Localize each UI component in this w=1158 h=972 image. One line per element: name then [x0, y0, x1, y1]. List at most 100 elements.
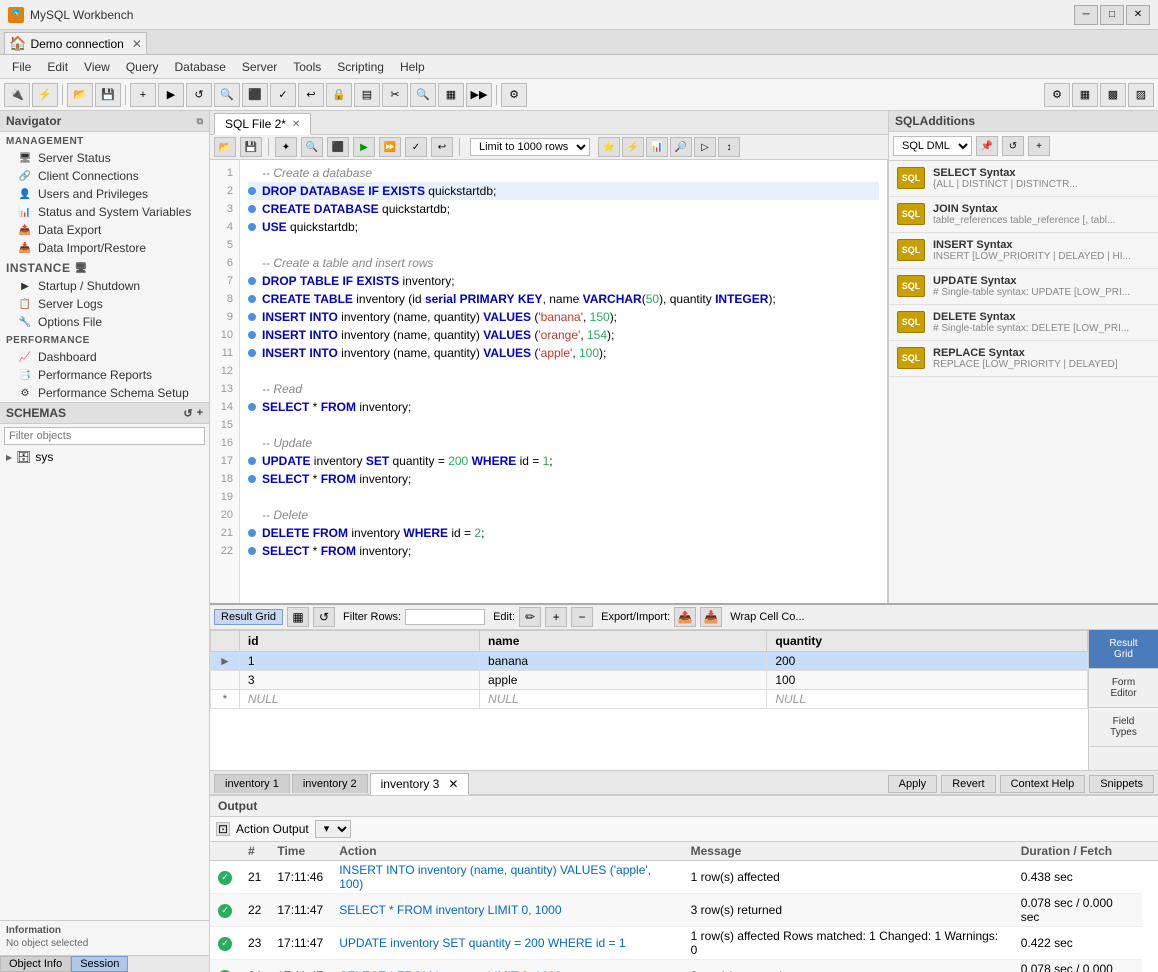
result-row-1[interactable]: ► 1 banana 200 — [211, 652, 1088, 671]
action-link[interactable]: SELECT * FROM inventory LIMIT 0, 1000 — [339, 903, 561, 917]
toggle-btn[interactable]: ▤ — [354, 83, 380, 107]
snippet-item[interactable]: SQL REPLACE Syntax REPLACE [LOW_PRIORITY… — [889, 341, 1158, 377]
sidebar-item-performance-schema[interactable]: ⚙ Performance Schema Setup — [0, 384, 209, 402]
layout-btn2[interactable]: ▩ — [1100, 83, 1126, 107]
more-btn[interactable]: ▶▶ — [466, 83, 492, 107]
inventory2-tab[interactable]: inventory 2 — [292, 774, 368, 793]
snippet-item[interactable]: SQL DELETE Syntax # Single-table syntax:… — [889, 305, 1158, 341]
explain-btn[interactable]: 🔍 — [214, 83, 240, 107]
sidebar-item-client-connections[interactable]: 🔗 Client Connections — [0, 167, 209, 185]
sidebar-item-startup-shutdown[interactable]: ▶ Startup / Shutdown — [0, 277, 209, 295]
action-link[interactable]: INSERT INTO inventory (name, quantity) V… — [339, 863, 651, 891]
star-btn[interactable]: ⭐ — [598, 137, 620, 157]
menu-help[interactable]: Help — [392, 58, 433, 76]
format-btn[interactable]: ✂ — [382, 83, 408, 107]
refresh-result-btn[interactable]: ↺ — [313, 607, 335, 627]
delete-row-btn[interactable]: − — [571, 607, 593, 627]
inventory3-tab[interactable]: inventory 3 ✕ — [370, 773, 470, 795]
maximize-button[interactable]: □ — [1100, 5, 1124, 25]
form-editor-side-btn[interactable]: FormEditor — [1089, 669, 1158, 708]
open-file-btn[interactable]: 📂 — [214, 137, 236, 157]
manage-connections-btn[interactable]: ⚡ — [32, 83, 58, 107]
output-type-select[interactable]: ▾ — [315, 820, 351, 838]
expand-editor-btn[interactable]: ↕ — [718, 137, 740, 157]
snippet-item[interactable]: SQL INSERT Syntax INSERT [LOW_PRIORITY |… — [889, 233, 1158, 269]
refresh-snippets-btn[interactable]: ↺ — [1002, 136, 1024, 156]
open-script-btn[interactable]: 📂 — [67, 83, 93, 107]
snippets-button[interactable]: Snippets — [1089, 775, 1154, 793]
sidebar-item-users-privileges[interactable]: 👤 Users and Privileges — [0, 185, 209, 203]
pin-btn[interactable]: 📌 — [976, 136, 998, 156]
refresh-schemas-btn[interactable]: ↺ — [183, 407, 192, 420]
revert-button[interactable]: Revert — [941, 775, 995, 793]
result-row-null[interactable]: * NULL NULL NULL — [211, 690, 1088, 709]
menu-query[interactable]: Query — [118, 58, 167, 76]
sql-file-tab-close[interactable]: ✕ — [292, 119, 300, 130]
schema-item-sys[interactable]: ▶ 🗄 sys — [0, 448, 209, 466]
commit-btn[interactable]: ✓ — [270, 83, 296, 107]
session-tab[interactable]: Session — [71, 956, 128, 972]
rollback2-btn[interactable]: ↩ — [431, 137, 453, 157]
result-grid-side-btn[interactable]: ResultGrid — [1089, 630, 1158, 669]
sidebar-item-status-variables[interactable]: 📊 Status and System Variables — [0, 203, 209, 221]
object-info-tab[interactable]: Object Info — [0, 956, 71, 972]
auto-commit-btn[interactable]: 🔒 — [326, 83, 352, 107]
analyze-btn[interactable]: 📊 — [646, 137, 668, 157]
menu-server[interactable]: Server — [234, 58, 285, 76]
add-schema-btn[interactable]: + — [197, 407, 203, 420]
execute-all-btn[interactable]: ▶ — [353, 137, 375, 157]
inventory3-close[interactable]: ✕ — [448, 777, 458, 791]
demo-connection-close[interactable]: ✕ — [132, 37, 142, 51]
sql-category-select[interactable]: SQL DML — [893, 136, 972, 156]
snippet-item[interactable]: SQL SELECT Syntax {ALL | DISTINCT | DIST… — [889, 161, 1158, 197]
save-script-btn[interactable]: 💾 — [95, 83, 121, 107]
schema-filter-input[interactable] — [4, 427, 205, 445]
beautify-btn[interactable]: ✦ — [275, 137, 297, 157]
grid-view-btn[interactable]: ▦ — [287, 607, 309, 627]
insert-row-btn[interactable]: + — [545, 607, 567, 627]
refresh-btn[interactable]: ↺ — [186, 83, 212, 107]
find-btn[interactable]: 🔍 — [410, 83, 436, 107]
navigator-expand-icon[interactable]: ⧉ — [197, 116, 203, 127]
sql-file-tab[interactable]: SQL File 2* ✕ — [214, 113, 311, 135]
sidebar-item-data-export[interactable]: 📤 Data Export — [0, 221, 209, 239]
new-tab-btn[interactable]: + — [130, 83, 156, 107]
action-link[interactable]: UPDATE inventory SET quantity = 200 WHER… — [339, 936, 625, 950]
extra-btn[interactable]: ⚙ — [501, 83, 527, 107]
search-btn[interactable]: 🔍 — [301, 137, 323, 157]
menu-view[interactable]: View — [76, 58, 118, 76]
code-content[interactable]: -- Create a databaseDROP DATABASE IF EXI… — [240, 160, 887, 603]
context-help-button[interactable]: Context Help — [1000, 775, 1086, 793]
sidebar-item-data-import[interactable]: 📥 Data Import/Restore — [0, 239, 209, 257]
result-grid-tab-btn[interactable]: Result Grid — [214, 609, 283, 625]
export-btn[interactable]: 📤 — [674, 607, 696, 627]
menu-database[interactable]: Database — [167, 58, 234, 76]
add-snippet-btn[interactable]: + — [1028, 136, 1050, 156]
stop-execute-btn[interactable]: ⬛ — [327, 137, 349, 157]
menu-tools[interactable]: Tools — [285, 58, 329, 76]
result-table-wrapper[interactable]: id name quantity ► 1 banana 200 — [210, 630, 1088, 770]
stop-btn[interactable]: ⬛ — [242, 83, 268, 107]
inspect-btn[interactable]: 🔎 — [670, 137, 692, 157]
hide-sidebar-btn[interactable]: ▷ — [694, 137, 716, 157]
sidebar-item-server-status[interactable]: 🖥 Server Status — [0, 149, 209, 167]
sidebar-item-options-file[interactable]: 🔧 Options File — [0, 313, 209, 331]
snippet-item[interactable]: SQL UPDATE Syntax # Single-table syntax:… — [889, 269, 1158, 305]
demo-connection-tab[interactable]: 🏠 Demo connection ✕ — [4, 32, 147, 54]
snippet-item[interactable]: SQL JOIN Syntax table_references table_r… — [889, 197, 1158, 233]
sidebar-item-server-logs[interactable]: 📋 Server Logs — [0, 295, 209, 313]
new-connection-btn[interactable]: 🔌 — [4, 83, 30, 107]
field-types-side-btn[interactable]: FieldTypes — [1089, 708, 1158, 747]
edit-cell-btn[interactable]: ✏ — [519, 607, 541, 627]
settings-btn[interactable]: ⚙ — [1044, 83, 1070, 107]
output-table-wrapper[interactable]: # Time Action Message Duration / Fetch ✓… — [210, 842, 1158, 972]
sidebar-item-dashboard[interactable]: 📈 Dashboard — [0, 348, 209, 366]
clear-output-btn[interactable]: ⊡ — [216, 822, 230, 836]
layout-btn3[interactable]: ▨ — [1128, 83, 1154, 107]
execute-sel-btn[interactable]: ⏩ — [379, 137, 401, 157]
minimize-button[interactable]: ─ — [1074, 5, 1098, 25]
rollback-btn[interactable]: ↩ — [298, 83, 324, 107]
filter-rows-input[interactable] — [405, 609, 485, 625]
commit2-btn[interactable]: ✓ — [405, 137, 427, 157]
close-button[interactable]: ✕ — [1126, 5, 1150, 25]
